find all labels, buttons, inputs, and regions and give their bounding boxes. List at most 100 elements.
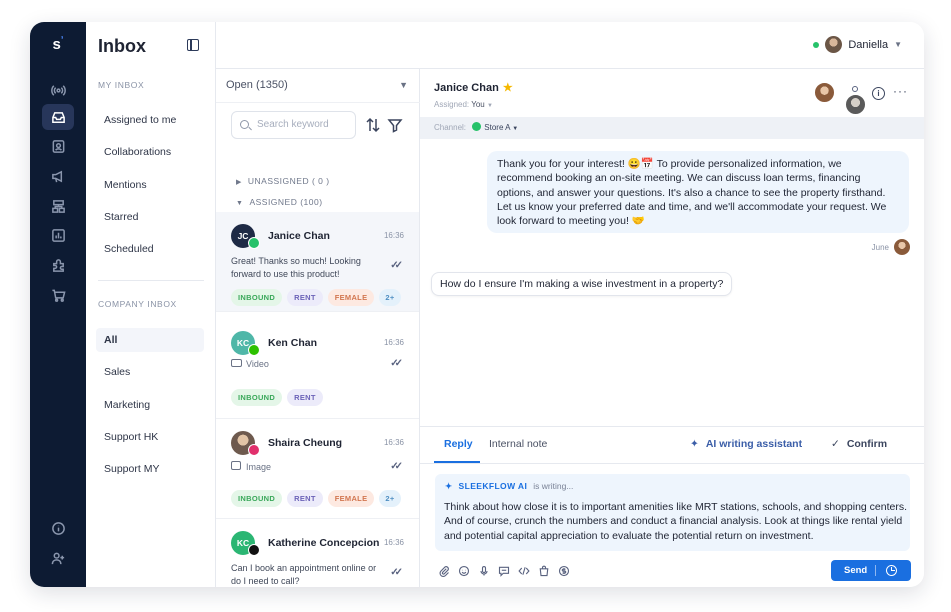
tag-rent: RENT <box>287 389 323 406</box>
my-inbox-title: MY INBOX <box>98 80 145 90</box>
conversation-item[interactable]: KC Katherine Concepcion 16:36 Can I book… <box>216 519 419 587</box>
search-input[interactable]: Search keyword <box>231 111 356 139</box>
incoming-message: How do I ensure I'm making a wise invest… <box>431 272 733 296</box>
broadcast-icon[interactable] <box>42 77 74 103</box>
collaborator-icon[interactable] <box>852 86 858 92</box>
outgoing-message: Thank you for your interest! 😀📅 To provi… <box>487 151 909 233</box>
inbox-icon[interactable] <box>42 104 74 130</box>
assigned-group[interactable]: ▼ ASSIGNED (100) <box>236 197 323 207</box>
contact-name: Katherine Concepcion <box>268 537 380 549</box>
timestamp: 16:36 <box>383 338 404 347</box>
payment-icon[interactable] <box>557 564 571 578</box>
avatar <box>825 36 843 53</box>
composer-toolbar <box>437 564 577 578</box>
attach-icon[interactable] <box>437 564 451 578</box>
contact-name: Janice Chan <box>268 230 330 242</box>
nav-scheduled[interactable]: Scheduled <box>96 237 204 261</box>
tiktok-icon <box>248 544 260 556</box>
confirm-button[interactable]: ✓ Confirm <box>831 438 887 450</box>
tag-more: 2+ <box>379 490 401 507</box>
unassigned-group[interactable]: ▶ UNASSIGNED ( 0 ) <box>236 176 330 186</box>
nav-assigned-to-me[interactable]: Assigned to me <box>96 108 204 132</box>
avatar <box>845 94 866 115</box>
user-menu[interactable]: Daniella ▼ <box>813 36 902 53</box>
nav-collaborations[interactable]: Collaborations <box>96 140 204 164</box>
message-meta: June <box>872 239 910 255</box>
read-ticks-icon: ✓✓ <box>390 358 403 369</box>
tag-rent: RENT <box>287 289 323 306</box>
top-bar: Daniella ▼ <box>216 22 924 69</box>
template-icon[interactable] <box>497 564 511 578</box>
search-placeholder: Search keyword <box>257 119 329 130</box>
sleekflow-logo[interactable]: sʼ <box>30 35 86 53</box>
tag-list: INBOUND RENT FEMALE 2+ <box>231 289 406 306</box>
chat-panel: Janice Chan ★ Assigned: You ▼ i ··· Chann… <box>420 69 924 587</box>
contacts-icon[interactable] <box>42 133 74 159</box>
tab-internal-note[interactable]: Internal note <box>489 438 547 450</box>
nav-support-my[interactable]: Support MY <box>96 457 204 481</box>
composer-divider <box>420 463 924 464</box>
app-window: sʼ Inbox MY INBOX Assigned to me Collabo… <box>30 22 924 587</box>
nav-rail: sʼ <box>30 22 86 587</box>
nav-support-hk[interactable]: Support HK <box>96 425 204 449</box>
analytics-icon[interactable] <box>42 222 74 248</box>
assignee-dropdown[interactable]: Assigned: You ▼ <box>434 100 493 109</box>
conversation-item[interactable]: Shaira Cheung 16:36 Image ✓✓ INBOUND REN… <box>216 419 419 519</box>
whatsapp-icon <box>472 122 482 131</box>
bag-icon[interactable] <box>537 564 551 578</box>
emoji-icon[interactable] <box>457 564 471 578</box>
send-button[interactable]: Send <box>831 560 911 581</box>
conversation-item[interactable]: JC Janice Chan 16:36 Great! Thanks so mu… <box>216 212 419 312</box>
wechat-icon <box>248 344 260 356</box>
read-ticks-icon: ✓✓ <box>390 260 403 271</box>
avatar <box>814 82 835 103</box>
contact-name: Ken Chan <box>268 337 318 349</box>
channel-bar: Channel: Store A ▼ <box>420 117 924 139</box>
video-icon <box>231 359 242 367</box>
tag-inbound: INBOUND <box>231 289 283 306</box>
caret-down-icon: ▼ <box>236 200 244 207</box>
nav-marketing[interactable]: Marketing <box>96 393 204 417</box>
instagram-icon <box>248 444 260 456</box>
nav-all[interactable]: All <box>96 328 204 352</box>
channel-dropdown[interactable]: Store A ▼ <box>472 122 518 132</box>
whatsapp-icon <box>248 237 260 249</box>
tab-reply[interactable]: Reply <box>444 438 473 450</box>
help-icon[interactable] <box>42 515 74 541</box>
status-filter-dropdown[interactable]: Open (1350) ▼ <box>216 69 420 103</box>
tag-inbound: INBOUND <box>231 490 283 507</box>
code-icon[interactable] <box>517 564 531 578</box>
filter-icon[interactable] <box>387 117 403 133</box>
integrations-icon[interactable] <box>42 252 74 278</box>
read-ticks-icon: ✓✓ <box>390 461 403 472</box>
ai-draft-box[interactable]: ✦ SLEEKFLOW AI is writing... Think about h… <box>435 474 910 551</box>
flows-icon[interactable] <box>42 193 74 219</box>
ai-draft-text: Think about how close it is to important… <box>444 501 908 542</box>
star-icon[interactable]: ★ <box>503 82 513 94</box>
online-status-dot <box>813 41 820 48</box>
schedule-clock-icon[interactable] <box>886 565 897 576</box>
conversation-item[interactable]: KC Ken Chan 16:36 Video ✓✓ INBOUND RENT <box>216 319 419 419</box>
tag-inbound: INBOUND <box>231 389 283 406</box>
campaign-icon[interactable] <box>42 163 74 189</box>
chevron-down-icon: ▼ <box>894 40 902 49</box>
mic-icon[interactable] <box>477 564 491 578</box>
nav-starred[interactable]: Starred <box>96 205 204 229</box>
nav-sales[interactable]: Sales <box>96 360 204 384</box>
image-icon <box>231 461 241 470</box>
check-icon: ✓ <box>831 438 840 450</box>
sort-icon[interactable] <box>365 117 381 133</box>
tag-list: INBOUND RENT <box>231 389 328 406</box>
info-icon[interactable]: i <box>872 87 885 100</box>
chat-header: Janice Chan ★ Assigned: You ▼ i ··· <box>420 69 924 117</box>
collapse-sidebar-icon[interactable] <box>187 39 199 51</box>
read-ticks-icon: ✓✓ <box>390 567 403 578</box>
ai-writing-assistant-button[interactable]: ✦ AI writing assistant <box>690 438 802 450</box>
sparkle-icon: ✦ <box>690 438 699 450</box>
add-user-icon[interactable] <box>42 545 74 571</box>
timestamp: 16:36 <box>383 438 404 447</box>
nav-mentions[interactable]: Mentions <box>96 173 204 197</box>
more-icon[interactable]: ··· <box>893 84 908 98</box>
commerce-icon[interactable] <box>42 282 74 308</box>
chevron-down-icon: ▼ <box>486 103 493 109</box>
